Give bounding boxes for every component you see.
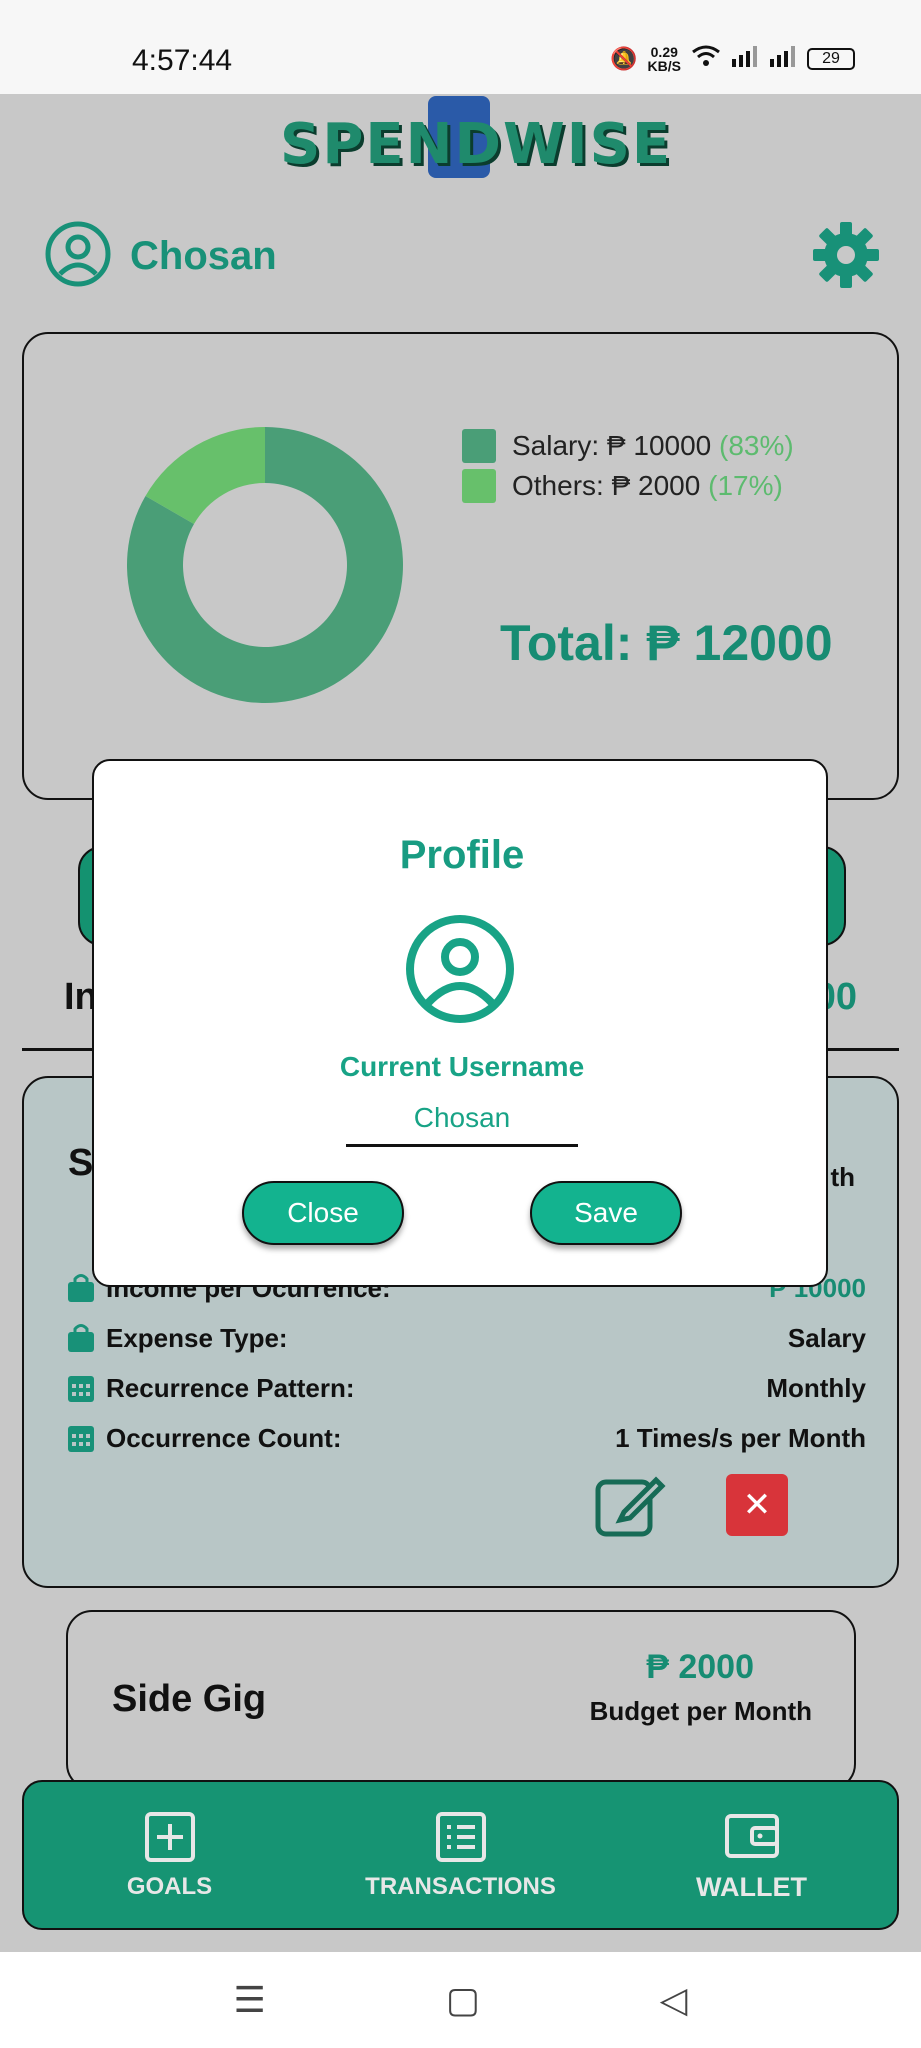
signal-icon [731, 45, 759, 73]
detail-label: Expense Type: [106, 1322, 288, 1353]
status-bar: 4:57:44 🔕 0.29 KB/S 29 [0, 0, 921, 94]
bag-icon [68, 1324, 94, 1352]
side-gig-subtitle: Budget per Month [589, 1696, 812, 1726]
username-input[interactable] [346, 1091, 578, 1147]
status-time: 4:57:44 [132, 44, 233, 77]
income-card-title: S [68, 1142, 94, 1184]
legend-swatch-salary [462, 429, 496, 463]
nav-transactions[interactable]: TRANSACTIONS [315, 1782, 606, 1928]
detail-value: 1 Times/s per Month [615, 1422, 866, 1453]
current-username-label: Current Username [339, 1051, 585, 1082]
detail-value: Salary [787, 1322, 866, 1353]
mute-icon: 🔕 [610, 46, 638, 71]
logo-text: SPENDWISE [280, 112, 673, 177]
speed-value: 0.29 [650, 44, 678, 60]
signal-icon-2 [769, 45, 797, 73]
profile-modal: Profile Current Username Close Save [92, 759, 828, 1287]
calendar-icon [68, 1376, 94, 1402]
nav-wallet-label: WALLET [696, 1871, 807, 1902]
delete-button[interactable]: ✕ [726, 1474, 788, 1536]
nav-goals-label: GOALS [126, 1873, 213, 1900]
speed-unit: KB/S [647, 58, 681, 74]
detail-recurrence-pattern: Recurrence Pattern: Monthly [66, 1368, 866, 1408]
wallet-icon [724, 1813, 779, 1858]
chart-legend: Salary: ₱ 10000 (83%) Others: ₱ 2000 (17… [462, 426, 794, 506]
bottom-navigation: GOALS TRANSACTIONS WALLET [22, 1780, 899, 1930]
detail-value: Monthly [766, 1372, 866, 1403]
legend-label-salary: Salary: ₱ 10000 [512, 430, 712, 461]
recent-apps-icon[interactable]: ☰ [234, 1979, 266, 2021]
legend-swatch-others [462, 469, 496, 503]
legend-pct-salary: (83%) [719, 430, 794, 461]
save-button[interactable]: Save [530, 1181, 682, 1245]
settings-gear-icon[interactable] [811, 220, 881, 290]
back-icon[interactable]: ◁ [660, 1979, 688, 2021]
income-card-budget: th [830, 1162, 855, 1192]
detail-expense-type: Expense Type: Salary [66, 1318, 866, 1358]
side-gig-amount: ₱ 2000 [646, 1648, 754, 1686]
status-icons: 🔕 0.29 KB/S 29 [610, 44, 855, 74]
donut-chart [127, 427, 403, 703]
modal-title: Profile [399, 833, 525, 877]
legend-item-salary: Salary: ₱ 10000 (83%) [462, 426, 794, 466]
plus-square-icon [144, 1812, 195, 1862]
legend-label-others: Others: ₱ 2000 [512, 470, 701, 501]
user-avatar-icon[interactable] [44, 220, 112, 293]
close-button[interactable]: Close [242, 1181, 404, 1245]
system-navigation-bar: ☰ ▢ ◁ [0, 1952, 921, 2048]
username-label: Chosan [130, 234, 277, 278]
user-profile-row[interactable]: Chosan [44, 220, 277, 293]
nav-goals[interactable]: GOALS [24, 1782, 315, 1928]
edit-pencil-icon[interactable] [594, 1468, 666, 1540]
income-card-side-gig[interactable]: Side Gig ₱ 2000 Budget per Month [66, 1610, 856, 1790]
side-gig-title: Side Gig [112, 1678, 267, 1720]
wifi-icon [691, 44, 721, 74]
nav-transactions-label: TRANSACTIONS [365, 1873, 556, 1900]
nav-wallet[interactable]: WALLET [606, 1782, 897, 1928]
profile-avatar-icon [404, 913, 516, 1025]
spendwise-logo: SPENDWISE [280, 94, 673, 194]
network-speed: 0.29 KB/S [648, 45, 681, 73]
home-icon[interactable]: ▢ [446, 1979, 480, 2021]
legend-item-others: Others: ₱ 2000 (17%) [462, 466, 794, 506]
legend-pct-others: (17%) [708, 470, 783, 501]
income-chart-card: Salary: ₱ 10000 (83%) Others: ₱ 2000 (17… [22, 332, 899, 800]
calendar-icon [68, 1426, 94, 1452]
total-amount: Total: ₱ 12000 [500, 615, 833, 671]
detail-label: Recurrence Pattern: [106, 1372, 355, 1403]
list-icon [435, 1812, 486, 1862]
bag-icon [68, 1274, 94, 1302]
detail-occurrence-count: Occurrence Count: 1 Times/s per Month [66, 1418, 866, 1458]
detail-label: Occurrence Count: [106, 1422, 342, 1453]
battery-icon: 29 [807, 48, 855, 70]
